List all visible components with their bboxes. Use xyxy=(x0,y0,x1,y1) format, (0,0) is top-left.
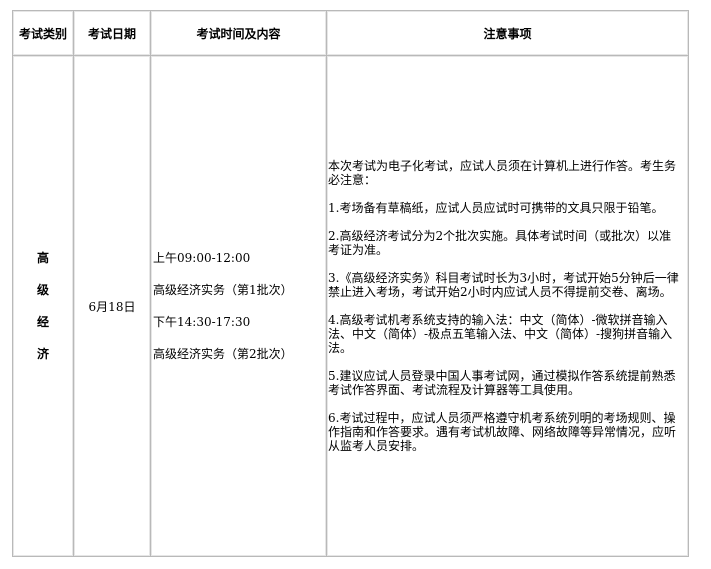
category-char: 经 xyxy=(36,315,49,329)
exam-date-cell: 6月18日 xyxy=(74,56,151,557)
table-row: 高 级 经 济 6月18日 上午09:00-12:00 高级经济实务（第1批次）… xyxy=(13,56,689,557)
header-exam-date: 考试日期 xyxy=(74,11,151,56)
exam-schedule-table: 考试类别 考试日期 考试时间及内容 注意事项 高 级 经 济 6月18日 上午0… xyxy=(12,10,689,557)
table-header-row: 考试类别 考试日期 考试时间及内容 注意事项 xyxy=(13,11,689,56)
note-item: 5.建议应试人员登录中国人事考试网，通过模拟作答系统提前熟悉考试作答界面、考试流… xyxy=(328,369,676,397)
category-char: 济 xyxy=(36,347,49,361)
category-char: 级 xyxy=(36,283,49,297)
header-exam-time-content: 考试时间及内容 xyxy=(151,11,327,56)
morning-time: 上午09:00-12:00 xyxy=(153,251,251,265)
header-notes: 注意事项 xyxy=(327,11,689,56)
morning-subject: 高级经济实务（第1批次） xyxy=(153,283,293,297)
note-item: 4.高级考试机考系统支持的输入法：中文（简体）-微软拼音输入法、中文（简体）-极… xyxy=(328,313,673,355)
header-exam-category: 考试类别 xyxy=(13,11,74,56)
exam-category-cell: 高 级 经 济 xyxy=(13,56,74,557)
note-item: 6.考试过程中，应试人员须严格遵守机考系统列明的考场规则、操作指南和作答要求。遇… xyxy=(328,411,677,453)
afternoon-subject: 高级经济实务（第2批次） xyxy=(153,347,293,361)
notes-cell: 本次考试为电子化考试，应试人员须在计算机上进行作答。考生务必注意： 1.考场备有… xyxy=(327,56,689,557)
notes-intro: 本次考试为电子化考试，应试人员须在计算机上进行作答。考生务必注意： xyxy=(328,159,677,187)
note-item: 2.高级经济考试分为2个批次实施。具体考试时间（或批次）以准考证为准。 xyxy=(328,229,672,257)
note-item: 3.《高级经济实务》科目考试时长为3小时，考试开始5分钟后一律禁止进入考场，考试… xyxy=(328,271,679,299)
exam-time-cell: 上午09:00-12:00 高级经济实务（第1批次） 下午14:30-17:30… xyxy=(151,56,327,557)
afternoon-time: 下午14:30-17:30 xyxy=(153,315,251,329)
category-char: 高 xyxy=(36,251,49,265)
note-item: 1.考场备有草稿纸，应试人员应试时可携带的文具只限于铅笔。 xyxy=(328,201,664,215)
